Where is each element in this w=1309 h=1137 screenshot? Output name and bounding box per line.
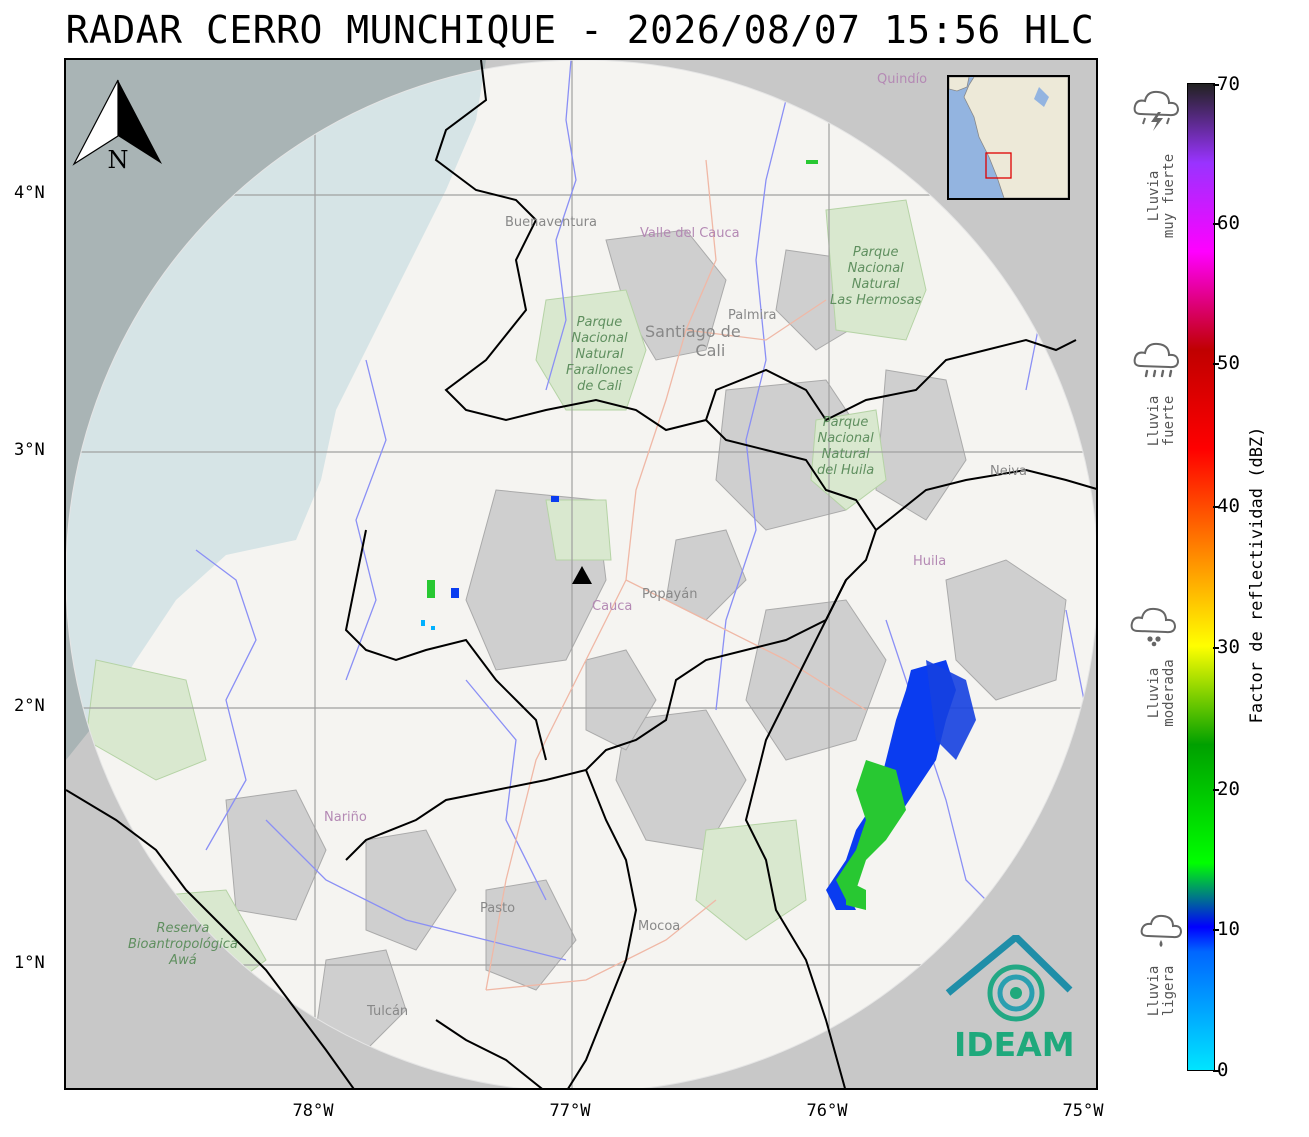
label-neiva: Neiva xyxy=(990,464,1027,479)
park-hermosas: Parque Nacional Natural Las Hermosas xyxy=(830,245,921,309)
park-farallones: Parque Nacional Natural Farallones de Ca… xyxy=(566,315,633,395)
rain-label-line: Lluvia xyxy=(1146,395,1162,447)
park-nevado-line: del Huila xyxy=(817,463,875,478)
park-awa: Reserva Bioantropológica Awá xyxy=(128,921,238,969)
north-arrow: N xyxy=(72,78,164,177)
lat-label-2n: 2°N xyxy=(14,696,45,716)
colorbar-tick-0: 0 xyxy=(1212,1059,1229,1081)
lon-label-75w: 75°W xyxy=(1062,1101,1104,1121)
label-tulcan: Tulcán xyxy=(367,1004,409,1019)
rain-label-fuerte: Lluvia fuerte xyxy=(1146,395,1177,447)
north-letter: N xyxy=(108,146,129,173)
park-hermosas-line: Natural xyxy=(851,277,900,292)
park-farallones-line: de Cali xyxy=(577,379,622,394)
ideam-logo-text: IDEAM xyxy=(954,1025,1075,1064)
label-valle: Valle del Cauca xyxy=(640,226,740,241)
label-cali: Santiago de Cali xyxy=(645,322,741,360)
park-hermosas-line: Las Hermosas xyxy=(830,293,922,308)
heavy-rain-icon xyxy=(1131,338,1181,386)
park-hermosas-line: Parque xyxy=(852,245,899,260)
park-awa-line: Awá xyxy=(169,953,197,968)
label-narino: Nariño xyxy=(324,810,367,825)
rain-label-line: Lluvia xyxy=(1146,170,1162,222)
park-nevado-line: Nacional xyxy=(817,431,874,446)
light-rain-icon xyxy=(1139,911,1183,955)
park-farallones-line: Farallones xyxy=(566,363,633,378)
label-cali-line2: Cali xyxy=(695,341,726,360)
park-hermosas-line: Nacional xyxy=(847,261,904,276)
label-popayan: Popayán xyxy=(642,587,698,602)
colorbar-title: Factor de reflectividad (dBZ) xyxy=(1247,426,1267,724)
park-farallones-line: Parque xyxy=(576,315,623,330)
lat-label-3n: 3°N xyxy=(14,440,45,460)
park-farallones-line: Natural xyxy=(575,347,624,362)
rain-label-line: muy fuerte xyxy=(1161,153,1177,239)
park-nevado: Parque Nacional Natural del Huila xyxy=(817,415,874,479)
rain-label-line: ligera xyxy=(1161,965,1177,1017)
label-huila: Huila xyxy=(913,554,947,569)
lon-label-78w: 78°W xyxy=(292,1101,334,1121)
colorbar-tick-60: 60 xyxy=(1213,212,1240,234)
moderate-rain-icon xyxy=(1128,603,1178,651)
lon-label-76w: 76°W xyxy=(806,1101,848,1121)
rain-label-line: moderada xyxy=(1161,659,1177,727)
park-nevado-line: Natural xyxy=(821,447,870,462)
rain-label-moderada: Lluvia moderada xyxy=(1146,659,1177,727)
lat-label-4n: 4°N xyxy=(14,183,45,203)
thunderstorm-icon xyxy=(1131,86,1181,136)
rain-label-ligera: Lluvia ligera xyxy=(1146,965,1177,1017)
lon-label-77w: 77°W xyxy=(549,1101,591,1121)
park-awa-line: Reserva xyxy=(156,921,210,936)
label-mocoa: Mocoa xyxy=(638,919,681,934)
colorbar-tick-40: 40 xyxy=(1213,495,1240,517)
ideam-logo xyxy=(944,932,1074,1034)
park-farallones-line: Nacional xyxy=(571,331,628,346)
label-buenaventura: Buenaventura xyxy=(505,215,597,230)
park-nevado-line: Parque xyxy=(822,415,869,430)
label-quindio: Quindío xyxy=(877,72,928,87)
rain-label-muy-fuerte: Lluvia muy fuerte xyxy=(1146,153,1177,239)
lat-label-1n: 1°N xyxy=(14,953,45,973)
rain-label-line: fuerte xyxy=(1161,395,1177,447)
colorbar-tick-20: 20 xyxy=(1213,778,1240,800)
colorbar-tick-70: 70 xyxy=(1213,73,1240,95)
colorbar-tick-50: 50 xyxy=(1213,352,1240,374)
rain-label-line: Lluvia xyxy=(1146,965,1162,1017)
colorbar-tick-10: 10 xyxy=(1213,918,1240,940)
map-title: RADAR CERRO MUNCHIQUE - 2026/08/07 15:56… xyxy=(65,8,1095,52)
rain-label-line: Lluvia xyxy=(1146,667,1162,719)
label-cali-line1: Santiago de xyxy=(645,322,741,341)
park-awa-line: Bioantropológica xyxy=(128,937,238,952)
label-palmira: Palmira xyxy=(728,308,777,323)
inset-locator-map xyxy=(947,75,1070,200)
label-cauca: Cauca xyxy=(592,599,633,614)
colorbar-tick-30: 30 xyxy=(1213,636,1240,658)
reflectivity-colorbar xyxy=(1187,83,1215,1071)
label-pasto: Pasto xyxy=(480,901,516,916)
